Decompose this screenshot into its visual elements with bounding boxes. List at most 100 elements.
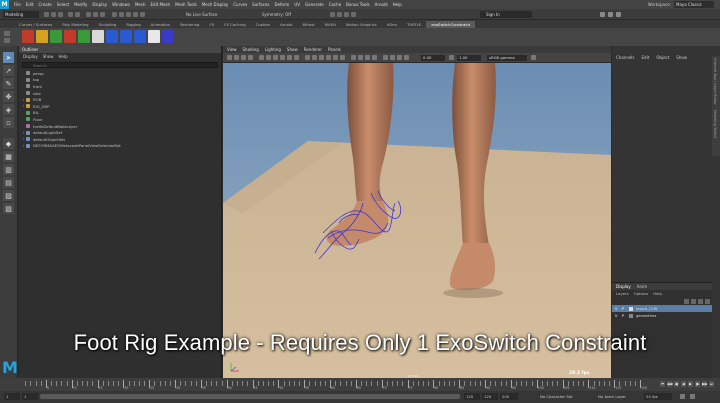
snap-view-icon[interactable] bbox=[133, 12, 138, 17]
outliner-menu-help[interactable]: Help bbox=[59, 53, 68, 60]
anim-prefs-icon[interactable] bbox=[690, 394, 695, 399]
playback-button[interactable]: ◀| bbox=[674, 381, 679, 387]
range-end-inner-field[interactable]: 120 bbox=[464, 393, 480, 400]
gamma-field[interactable]: 1.00 bbox=[457, 54, 481, 61]
shelf-tool-icon[interactable] bbox=[22, 30, 34, 43]
outliner-item[interactable]: side bbox=[19, 90, 221, 97]
menu-create[interactable]: Create bbox=[38, 2, 51, 7]
layer-color-swatch[interactable] bbox=[629, 313, 633, 318]
shelf-tool-icon[interactable] bbox=[50, 30, 62, 43]
menu-arnold[interactable]: Arnold bbox=[375, 2, 388, 7]
outliner-item[interactable]: turtleDefaultBakeLayer bbox=[19, 123, 221, 130]
viewport-menu-shading[interactable]: Shading bbox=[243, 46, 259, 53]
shelf-tool-icon[interactable] bbox=[162, 30, 174, 43]
playback-button[interactable]: |▶ bbox=[695, 381, 700, 387]
menu-curves[interactable]: Curves bbox=[233, 2, 247, 7]
layer-move-up-icon[interactable] bbox=[698, 298, 703, 304]
cb-menu-show[interactable]: Show bbox=[676, 55, 687, 60]
live-surface-label[interactable]: No Live Surface bbox=[186, 11, 217, 18]
menu-windows[interactable]: Windows bbox=[112, 2, 130, 7]
playback-button[interactable]: ⏮ bbox=[660, 381, 665, 387]
time-slider[interactable]: 5 10 15 20 25 30 35 40 45 50 55 60 65 70 75 80 85 90 95 100… bbox=[0, 378, 720, 391]
playback-button[interactable]: ◀◀ bbox=[667, 381, 672, 387]
select-hierarchy-icon[interactable] bbox=[86, 12, 91, 17]
hypershade-icon[interactable] bbox=[351, 12, 356, 17]
layer-menu-options[interactable]: Options bbox=[634, 290, 649, 297]
shadows-icon[interactable] bbox=[340, 55, 345, 60]
panel-toggle-icon-3[interactable] bbox=[616, 12, 621, 17]
menu-deform[interactable]: Deform bbox=[274, 2, 289, 7]
layer-tab-anim[interactable]: Anim bbox=[637, 283, 647, 290]
layer-playback-toggle[interactable]: P bbox=[622, 307, 626, 311]
gate-mask-icon[interactable] bbox=[280, 55, 285, 60]
rotate-tool-icon[interactable]: ◈ bbox=[3, 104, 14, 115]
range-end-field[interactable]: 120 bbox=[482, 393, 498, 400]
exposure-field[interactable]: 0.00 bbox=[421, 54, 445, 61]
menu-mesh-display[interactable]: Mesh Display bbox=[202, 2, 229, 7]
new-scene-icon[interactable] bbox=[44, 12, 49, 17]
outliner-item[interactable]: top bbox=[19, 77, 221, 84]
smooth-shade-icon[interactable] bbox=[312, 55, 317, 60]
layer-color-swatch[interactable] bbox=[629, 306, 633, 311]
menu-mesh-tools[interactable]: Mesh Tools bbox=[175, 2, 197, 7]
workspace-selector[interactable]: Workspace: Maya Classic bbox=[648, 1, 714, 8]
shelf-tool-icon[interactable] bbox=[120, 30, 132, 43]
select-tool-icon[interactable]: ➤ bbox=[3, 52, 14, 63]
side-tab-channel-box[interactable]: Channel Box / Layer Editor bbox=[713, 58, 717, 105]
open-scene-icon[interactable] bbox=[51, 12, 56, 17]
range-start-inner-field[interactable]: 1 bbox=[22, 393, 38, 400]
shelf-tab-curves-surfaces[interactable]: Curves / Surfaces bbox=[14, 21, 57, 28]
layout-graph-icon[interactable]: ▨ bbox=[3, 203, 14, 214]
layer-playback-toggle[interactable]: P bbox=[622, 314, 626, 318]
shelf-tool-icon[interactable] bbox=[78, 30, 90, 43]
menu-set-dropdown[interactable]: Modeling bbox=[3, 11, 39, 18]
menu-uv[interactable]: UV bbox=[294, 2, 300, 7]
select-component-icon[interactable] bbox=[100, 12, 105, 17]
use-lights-icon[interactable] bbox=[333, 55, 338, 60]
viewport-menu-lighting[interactable]: Lighting bbox=[265, 46, 281, 53]
playback-button[interactable]: ▶▶ bbox=[702, 381, 707, 387]
workspace-dropdown[interactable]: Maya Classic bbox=[674, 1, 714, 8]
snap-curve-icon[interactable] bbox=[119, 12, 124, 17]
layout-two-icon[interactable]: ▥ bbox=[3, 164, 14, 175]
scene-end-field[interactable]: 200 bbox=[500, 393, 518, 400]
range-bar-handle[interactable] bbox=[40, 394, 460, 399]
cb-menu-object[interactable]: Object bbox=[656, 55, 669, 60]
viewport-menu-view[interactable]: View bbox=[227, 46, 237, 53]
shelf-settings-icon[interactable] bbox=[4, 38, 10, 43]
layer-move-down-icon[interactable] bbox=[705, 298, 710, 304]
outliner-menu-show[interactable]: Show bbox=[43, 53, 54, 60]
shelf-tool-icon[interactable] bbox=[92, 30, 104, 43]
save-scene-icon[interactable] bbox=[58, 12, 63, 17]
new-layer-selected-icon[interactable] bbox=[691, 298, 696, 304]
bookmark-icon[interactable] bbox=[241, 55, 246, 60]
menu-mesh[interactable]: Mesh bbox=[135, 2, 146, 7]
playback-button[interactable]: ▶ bbox=[688, 381, 693, 387]
wireframe-on-shaded-icon[interactable] bbox=[319, 55, 324, 60]
playback-button[interactable]: ⏭ bbox=[709, 381, 714, 387]
outliner-item[interactable]: BIL bbox=[19, 110, 221, 117]
shelf-tool-icon[interactable] bbox=[36, 30, 48, 43]
xray-icon[interactable] bbox=[390, 55, 395, 60]
outliner-item[interactable]: Floor bbox=[19, 116, 221, 123]
outliner-search-input[interactable]: Search... bbox=[22, 62, 218, 68]
color-space-dropdown[interactable]: sRGB gamma bbox=[487, 54, 527, 61]
sign-in-button[interactable]: Sign In bbox=[480, 11, 532, 18]
menu-bonus-tools[interactable]: Bonus Tools bbox=[346, 2, 369, 7]
render-icon[interactable] bbox=[330, 12, 335, 17]
shelf-menu-icon[interactable] bbox=[4, 31, 10, 36]
menu-surfaces[interactable]: Surfaces bbox=[252, 2, 269, 7]
resolution-gate-icon[interactable] bbox=[273, 55, 278, 60]
layer-row[interactable]: V P geometries bbox=[612, 312, 712, 319]
menu-cache[interactable]: Cache bbox=[329, 2, 341, 7]
gamma-icon[interactable] bbox=[449, 55, 454, 60]
shelf-tab-arnold[interactable]: Arnold bbox=[275, 21, 297, 28]
scale-tool-icon[interactable]: ▫ bbox=[3, 117, 14, 128]
xray-joints-icon[interactable] bbox=[397, 55, 402, 60]
view-transform-icon[interactable] bbox=[531, 55, 536, 60]
cb-menu-edit[interactable]: Edit bbox=[642, 55, 650, 60]
layer-menu-help[interactable]: Help bbox=[653, 290, 662, 297]
select-object-icon[interactable] bbox=[93, 12, 98, 17]
undo-icon[interactable] bbox=[68, 12, 73, 17]
xray-components-icon[interactable] bbox=[404, 55, 409, 60]
